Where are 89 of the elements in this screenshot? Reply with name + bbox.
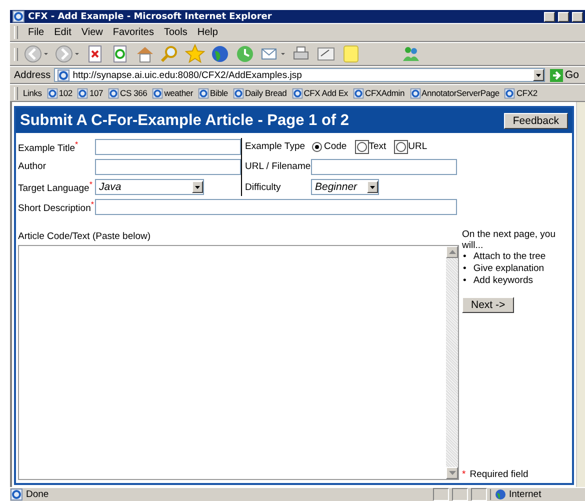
globe-icon[interactable] xyxy=(210,44,230,64)
page-icon xyxy=(77,88,88,98)
note-icon[interactable] xyxy=(341,44,361,64)
bullet: • xyxy=(463,275,466,287)
link-item[interactable]: weather xyxy=(152,88,194,98)
instructions-text: On the next page, you will... xyxy=(462,229,556,251)
window-title: CFX - Add Example - Microsoft Internet Explorer xyxy=(28,12,273,22)
page-icon xyxy=(504,88,516,98)
field-label: Article Code/Text (Paste below) xyxy=(18,231,152,242)
bullet: • xyxy=(463,251,466,263)
page-icon xyxy=(353,88,364,98)
home-icon[interactable] xyxy=(135,44,155,64)
link-item[interactable]: Bible xyxy=(198,88,228,98)
radio-circle-icon xyxy=(312,142,322,152)
bullet: • xyxy=(463,263,466,275)
link-item[interactable]: CFX2 xyxy=(504,88,538,98)
minimize-button[interactable] xyxy=(544,12,555,22)
dropdown-caret-icon[interactable] xyxy=(534,71,543,79)
page-icon xyxy=(56,68,70,82)
status-text: Done xyxy=(26,489,50,500)
scroll-up-button[interactable] xyxy=(446,246,458,258)
maximize-button[interactable] xyxy=(558,12,569,22)
link-item[interactable]: AnnotatorServerPage xyxy=(410,88,500,98)
type-radio[interactable]: URL xyxy=(395,140,428,154)
menu-item[interactable]: Edit xyxy=(54,27,72,38)
close-button[interactable] xyxy=(572,12,583,22)
link-item[interactable]: CFXAdmin xyxy=(353,88,404,98)
step-item: Attach to the tree xyxy=(473,251,546,263)
page-icon xyxy=(152,88,164,98)
author-input[interactable] xyxy=(95,158,241,175)
next-button[interactable]: Next -> xyxy=(462,297,514,313)
page-icon xyxy=(10,488,23,501)
links-label: Links xyxy=(23,88,42,98)
type-radio[interactable]: Code xyxy=(311,140,348,154)
link-item[interactable]: Daily Bread xyxy=(232,88,287,98)
required-mark: * xyxy=(462,469,466,480)
menu-item[interactable]: View xyxy=(81,27,103,38)
scroll-down-button[interactable] xyxy=(446,467,458,479)
step-item: Give explanation xyxy=(473,263,544,275)
difficulty-select[interactable]: Beginner xyxy=(311,179,379,196)
step-item: Add keywords xyxy=(473,275,533,287)
type-radio[interactable]: Text xyxy=(356,140,388,154)
star-icon[interactable] xyxy=(185,44,205,64)
up-arrow-icon xyxy=(448,250,456,254)
language-select[interactable]: Java xyxy=(95,179,204,196)
title-input[interactable] xyxy=(95,138,241,155)
down-arrow-icon xyxy=(448,470,456,476)
field-label: Short Description$^{*}$ xyxy=(18,200,95,214)
field-label: URL / Filename xyxy=(245,161,311,172)
forward-icon[interactable] xyxy=(54,44,80,64)
caret-icon xyxy=(368,183,377,192)
search-icon[interactable] xyxy=(160,44,180,64)
page-icon xyxy=(198,88,210,98)
menu-item[interactable]: Favorites xyxy=(112,27,154,38)
history-icon[interactable] xyxy=(235,44,255,64)
radio-circle-icon xyxy=(356,142,367,152)
go-button[interactable]: Go xyxy=(548,68,581,82)
description-input[interactable] xyxy=(95,199,457,215)
link-item[interactable]: CS 366 xyxy=(108,88,148,98)
field-label: Author xyxy=(18,161,47,172)
page-icon xyxy=(232,88,244,98)
radio-circle-icon xyxy=(396,142,406,152)
address-field[interactable]: http://synapse.ai.uic.edu:8080/CFX2/AddExamples.jsp xyxy=(54,68,545,82)
feedback-button[interactable]: Feedback xyxy=(504,112,568,128)
field-label: Difficulty xyxy=(245,182,282,193)
browser-icon xyxy=(12,10,25,23)
zone-text: Internet xyxy=(509,489,542,500)
url-input[interactable] xyxy=(311,158,457,175)
link-item[interactable]: 107 xyxy=(77,88,104,98)
caret-icon xyxy=(193,183,202,192)
page-icon xyxy=(46,88,58,98)
page-icon xyxy=(410,88,420,98)
page-scrollbar[interactable] xyxy=(576,102,585,487)
page-heading: Submit A C-For-Example Article - Page 1 of 2 xyxy=(20,112,350,130)
address-label: Address xyxy=(14,70,51,80)
menu-item[interactable]: File xyxy=(28,27,44,38)
back-icon[interactable] xyxy=(23,44,49,64)
menu-item[interactable]: Tools xyxy=(164,27,188,38)
menu-item[interactable]: Help xyxy=(197,27,218,38)
field-label: Example Type xyxy=(245,141,306,152)
link-item[interactable]: 102 xyxy=(46,88,72,98)
field-label: Target Language$^{*}$ xyxy=(18,180,94,194)
page-icon xyxy=(292,88,303,98)
link-item[interactable]: CFX Add Ex xyxy=(292,88,348,98)
page-icon xyxy=(108,88,120,98)
globe-icon xyxy=(495,489,506,500)
required-note: Required field xyxy=(470,469,528,480)
people-icon[interactable] xyxy=(401,44,421,64)
field-label: Example Title$^{*}$ xyxy=(18,140,80,154)
